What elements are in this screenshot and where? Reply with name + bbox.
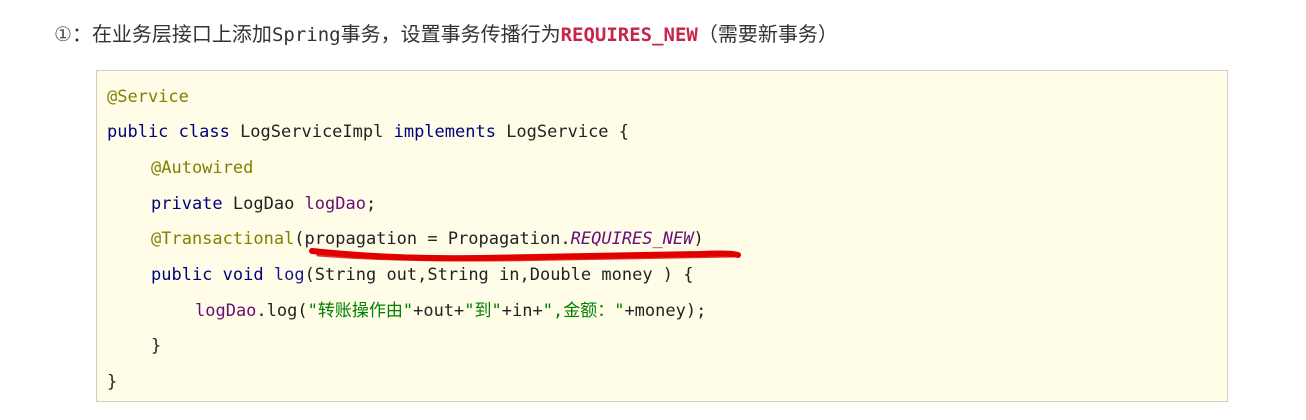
brace-close-class: } <box>107 372 118 392</box>
heading-spring: Spring <box>271 24 341 46</box>
heading-text-mid: 事务，设置事务传播行为 <box>340 22 561 46</box>
code-line-4: private LogDao logDao; <box>107 189 376 219</box>
concat-2: +in+ <box>501 301 543 321</box>
code-block: @Service public class LogServiceImpl imp… <box>96 70 1228 402</box>
code-line-9: } <box>107 367 117 397</box>
code-line-6: public void log(String out,String in,Dou… <box>107 260 694 290</box>
interface-name: LogService { <box>495 122 630 142</box>
heading-text-post: （需要新事务） <box>697 22 838 46</box>
concat-1: +out+ <box>413 301 465 321</box>
concat-3: +money); <box>624 301 707 321</box>
heading-highlight-code: REQUIRES_NEW <box>560 24 698 46</box>
method-name: log <box>273 265 305 285</box>
call-target: logDao <box>195 301 257 321</box>
brace-close-method: } <box>151 336 162 356</box>
args-close: ) <box>693 229 704 249</box>
field-name: logDao <box>304 194 366 214</box>
string-literal-1: "转账操作由" <box>307 301 414 321</box>
keyword-implements: implements <box>393 122 496 142</box>
code-line-2: public class LogServiceImpl implements L… <box>107 117 629 147</box>
string-literal-3: ",金额：" <box>542 301 625 321</box>
code-line-7: logDao.log("转账操作由"+out+"到"+in+",金额："+mon… <box>107 296 706 326</box>
keyword-public-void: public void <box>151 265 264 285</box>
propagation-args: (propagation = Propagation. <box>294 229 571 249</box>
string-literal-2: "到" <box>464 301 502 321</box>
call-method: .log( <box>256 301 308 321</box>
propagation-constant: REQUIRES_NEW <box>570 229 694 249</box>
statement-end: ; <box>365 194 377 214</box>
instruction-heading: ①：在业务层接口上添加Spring事务，设置事务传播行为REQUIRES_NEW… <box>54 18 838 51</box>
code-line-5: @Transactional(propagation = Propagation… <box>107 224 704 254</box>
code-line-8: } <box>107 331 161 361</box>
code-line-3: @Autowired <box>107 153 253 183</box>
class-name: LogServiceImpl <box>229 122 394 142</box>
code-line-1: @Service <box>107 82 189 112</box>
field-type: LogDao <box>222 194 305 214</box>
annotation-service: @Service <box>107 87 189 107</box>
heading-text-pre: 在业务层接口上添加 <box>91 22 272 46</box>
annotation-transactional: @Transactional <box>151 229 295 249</box>
step-separator: ： <box>71 22 92 46</box>
step-number: ① <box>54 22 72 46</box>
annotation-autowired: @Autowired <box>151 158 254 178</box>
keyword-public-class: public class <box>107 122 230 142</box>
method-params: (String out,String in,Double money ) { <box>304 265 694 285</box>
keyword-private: private <box>151 194 223 214</box>
